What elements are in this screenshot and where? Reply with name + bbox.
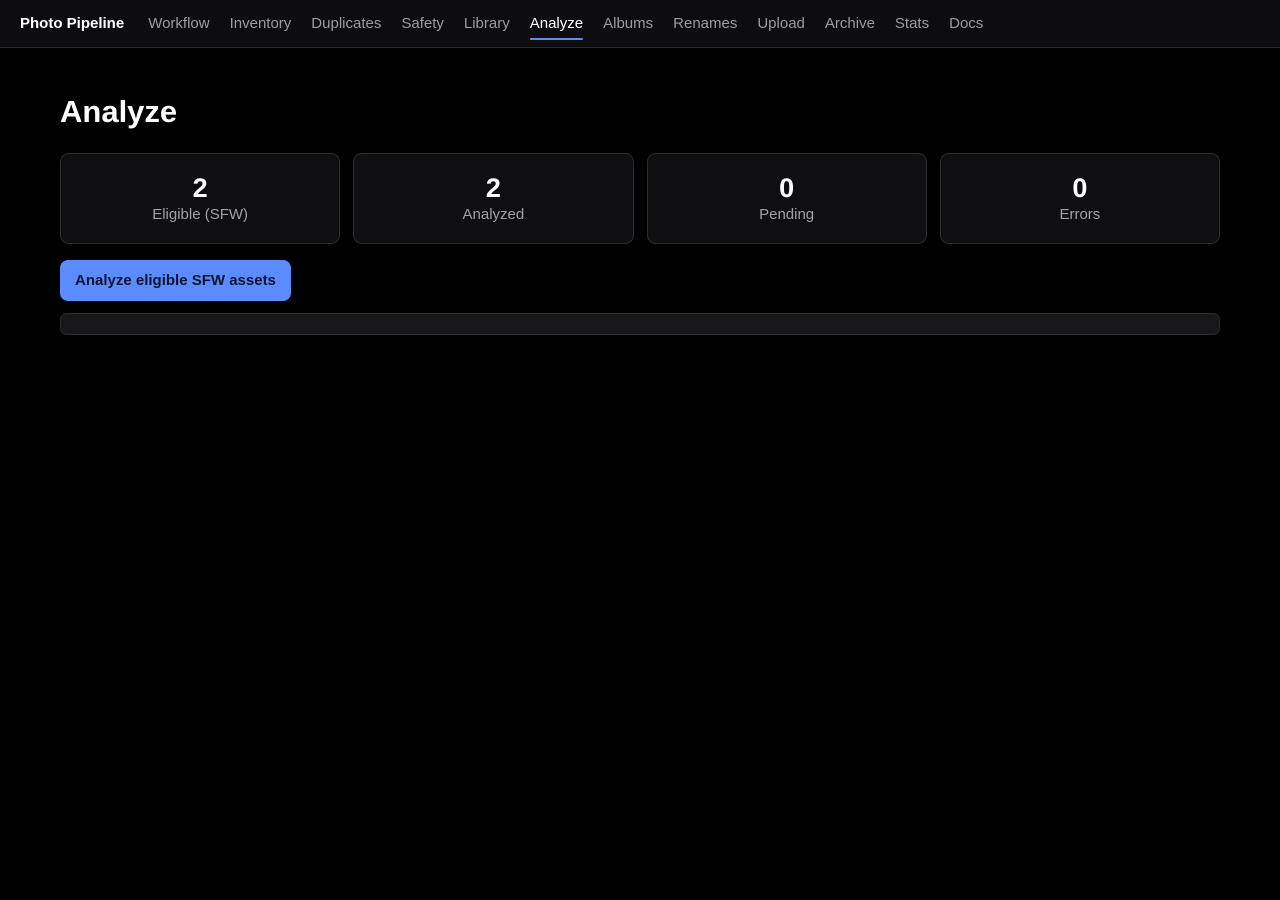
stat-card-analyzed: 2 Analyzed [353, 153, 634, 244]
stat-label: Analyzed [462, 206, 525, 223]
nav-item-safety[interactable]: Safety [401, 0, 444, 48]
nav-item-archive[interactable]: Archive [825, 0, 875, 48]
nav-item-upload[interactable]: Upload [757, 0, 805, 48]
nav-item-albums[interactable]: Albums [603, 0, 653, 48]
stat-label: Eligible (SFW) [152, 206, 249, 223]
main-content: Analyze 2 Eligible (SFW) 2 Analyzed 0 Pe… [60, 48, 1220, 335]
stat-card-eligible: 2 Eligible (SFW) [60, 153, 341, 244]
nav-item-duplicates[interactable]: Duplicates [311, 0, 381, 48]
stats-row: 2 Eligible (SFW) 2 Analyzed 0 Pending 0 … [60, 153, 1220, 244]
nav-item-docs[interactable]: Docs [949, 0, 983, 48]
analysis-progress-bar [60, 313, 1220, 335]
nav-item-stats[interactable]: Stats [895, 0, 929, 48]
nav-item-workflow[interactable]: Workflow [148, 0, 209, 48]
stat-value: 2 [192, 173, 208, 203]
nav-item-analyze[interactable]: Analyze [529, 0, 584, 48]
nav-item-library[interactable]: Library [464, 0, 510, 48]
stat-card-pending: 0 Pending [646, 153, 927, 244]
stat-label: Errors [1059, 206, 1101, 223]
stat-value: 2 [485, 173, 501, 203]
stat-value: 0 [779, 173, 795, 203]
top-navigation-bar: Photo Pipeline Workflow Inventory Duplic… [0, 0, 1280, 48]
stat-label: Pending [759, 206, 815, 223]
analyze-sfw-button[interactable]: Analyze eligible SFW assets [60, 260, 291, 301]
stat-card-errors: 0 Errors [939, 153, 1220, 244]
nav-item-renames[interactable]: Renames [673, 0, 737, 48]
page-title: Analyze [60, 94, 178, 129]
app-brand[interactable]: Photo Pipeline [20, 15, 124, 32]
stat-value: 0 [1072, 173, 1088, 203]
main-nav: Workflow Inventory Duplicates Safety Lib… [148, 0, 1003, 48]
nav-item-inventory[interactable]: Inventory [230, 0, 292, 48]
